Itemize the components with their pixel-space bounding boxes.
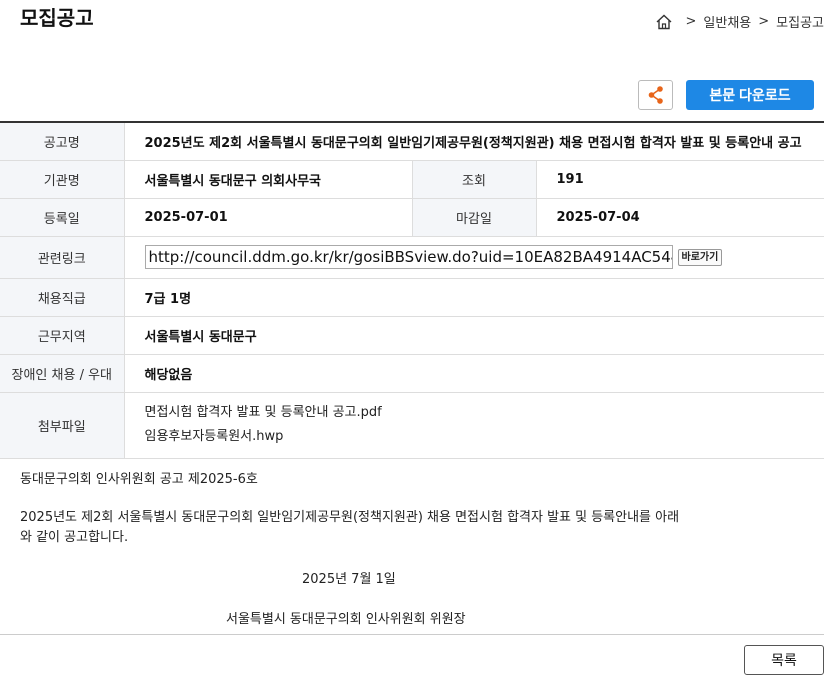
org-value: 서울특별시 동대문구 의회사무국	[124, 160, 412, 199]
notice-date: 2025년 7월 1일	[302, 572, 396, 587]
rank-label: 채용직급	[0, 278, 125, 317]
title-value: 2025년도 제2회 서울특별시 동대문구의회 일반임기제공무원(정책지원관) …	[124, 122, 824, 161]
org-label: 기관명	[0, 160, 125, 199]
region-value: 서울특별시 동대문구	[124, 316, 824, 355]
views-value: 191	[536, 160, 824, 199]
deadline-label: 마감일	[411, 198, 537, 237]
deadline-value: 2025-07-04	[536, 198, 824, 237]
table-row: 등록일 2025-07-01 마감일 2025-07-04	[0, 198, 824, 237]
reg-date-label: 등록일	[0, 198, 125, 237]
disability-value: 해당없음	[124, 354, 824, 393]
attachment-link-pdf[interactable]: 면접시험 합격자 발표 및 등록안내 공고.pdf	[145, 401, 824, 425]
attachment-link-hwp[interactable]: 임용후보자등록원서.hwp	[145, 425, 824, 449]
link-label: 관련링크	[0, 236, 125, 279]
share-icon	[648, 86, 663, 104]
disability-label: 장애인 채용 / 우대	[0, 354, 125, 393]
table-row: 공고명 2025년도 제2회 서울특별시 동대문구의회 일반임기제공무원(정책지…	[0, 122, 824, 161]
table-row: 채용직급 7급 1명	[0, 278, 824, 317]
notice-number: 동대문구의회 인사위원회 공고 제2025-6호	[20, 472, 258, 487]
go-link-button[interactable]: 바로가기	[677, 248, 723, 266]
share-button[interactable]	[638, 80, 673, 110]
breadcrumb-separator: >	[758, 14, 770, 29]
link-cell: http://council.ddm.go.kr/kr/gosiBBSview.…	[124, 236, 824, 279]
table-row: 첨부파일 면접시험 합격자 발표 및 등록안내 공고.pdf 임용후보자등록원서…	[0, 392, 824, 459]
notice-detail-table: 공고명 2025년도 제2회 서울특별시 동대문구의회 일반임기제공무원(정책지…	[0, 121, 824, 459]
table-row: 근무지역 서울특별시 동대문구	[0, 316, 824, 355]
title-label: 공고명	[0, 122, 125, 161]
rank-value: 7급 1명	[124, 278, 824, 317]
reg-date-value: 2025-07-01	[124, 198, 412, 237]
table-row: 기관명 서울특별시 동대문구 의회사무국 조회 191	[0, 160, 824, 199]
region-label: 근무지역	[0, 316, 125, 355]
related-link-field[interactable]: http://council.ddm.go.kr/kr/gosiBBSview.…	[144, 245, 673, 269]
notice-signer: 서울특별시 동대문구의회 인사위원회 위원장	[226, 612, 466, 627]
breadcrumb-item-general[interactable]: 일반채용	[703, 12, 751, 31]
list-button[interactable]: 목록	[744, 645, 824, 675]
page-title: 모집공고	[20, 6, 94, 30]
breadcrumb-separator: >	[685, 14, 697, 29]
breadcrumb-item-recruit[interactable]: 모집공고	[776, 12, 824, 31]
files-cell: 면접시험 합격자 발표 및 등록안내 공고.pdf 임용후보자등록원서.hwp	[124, 392, 824, 459]
views-label: 조회	[411, 160, 537, 199]
table-row: 장애인 채용 / 우대 해당없음	[0, 354, 824, 393]
table-row: 관련링크 http://council.ddm.go.kr/kr/gosiBBS…	[0, 236, 824, 279]
breadcrumb: > 일반채용 > 모집공고	[655, 12, 824, 31]
home-icon[interactable]	[655, 13, 673, 31]
divider	[0, 634, 824, 635]
download-button[interactable]: 본문 다운로드	[686, 80, 814, 110]
files-label: 첨부파일	[0, 392, 125, 459]
notice-paragraph: 2025년도 제2회 서울특별시 동대문구의회 일반임기제공무원(정책지원관) …	[20, 510, 680, 545]
